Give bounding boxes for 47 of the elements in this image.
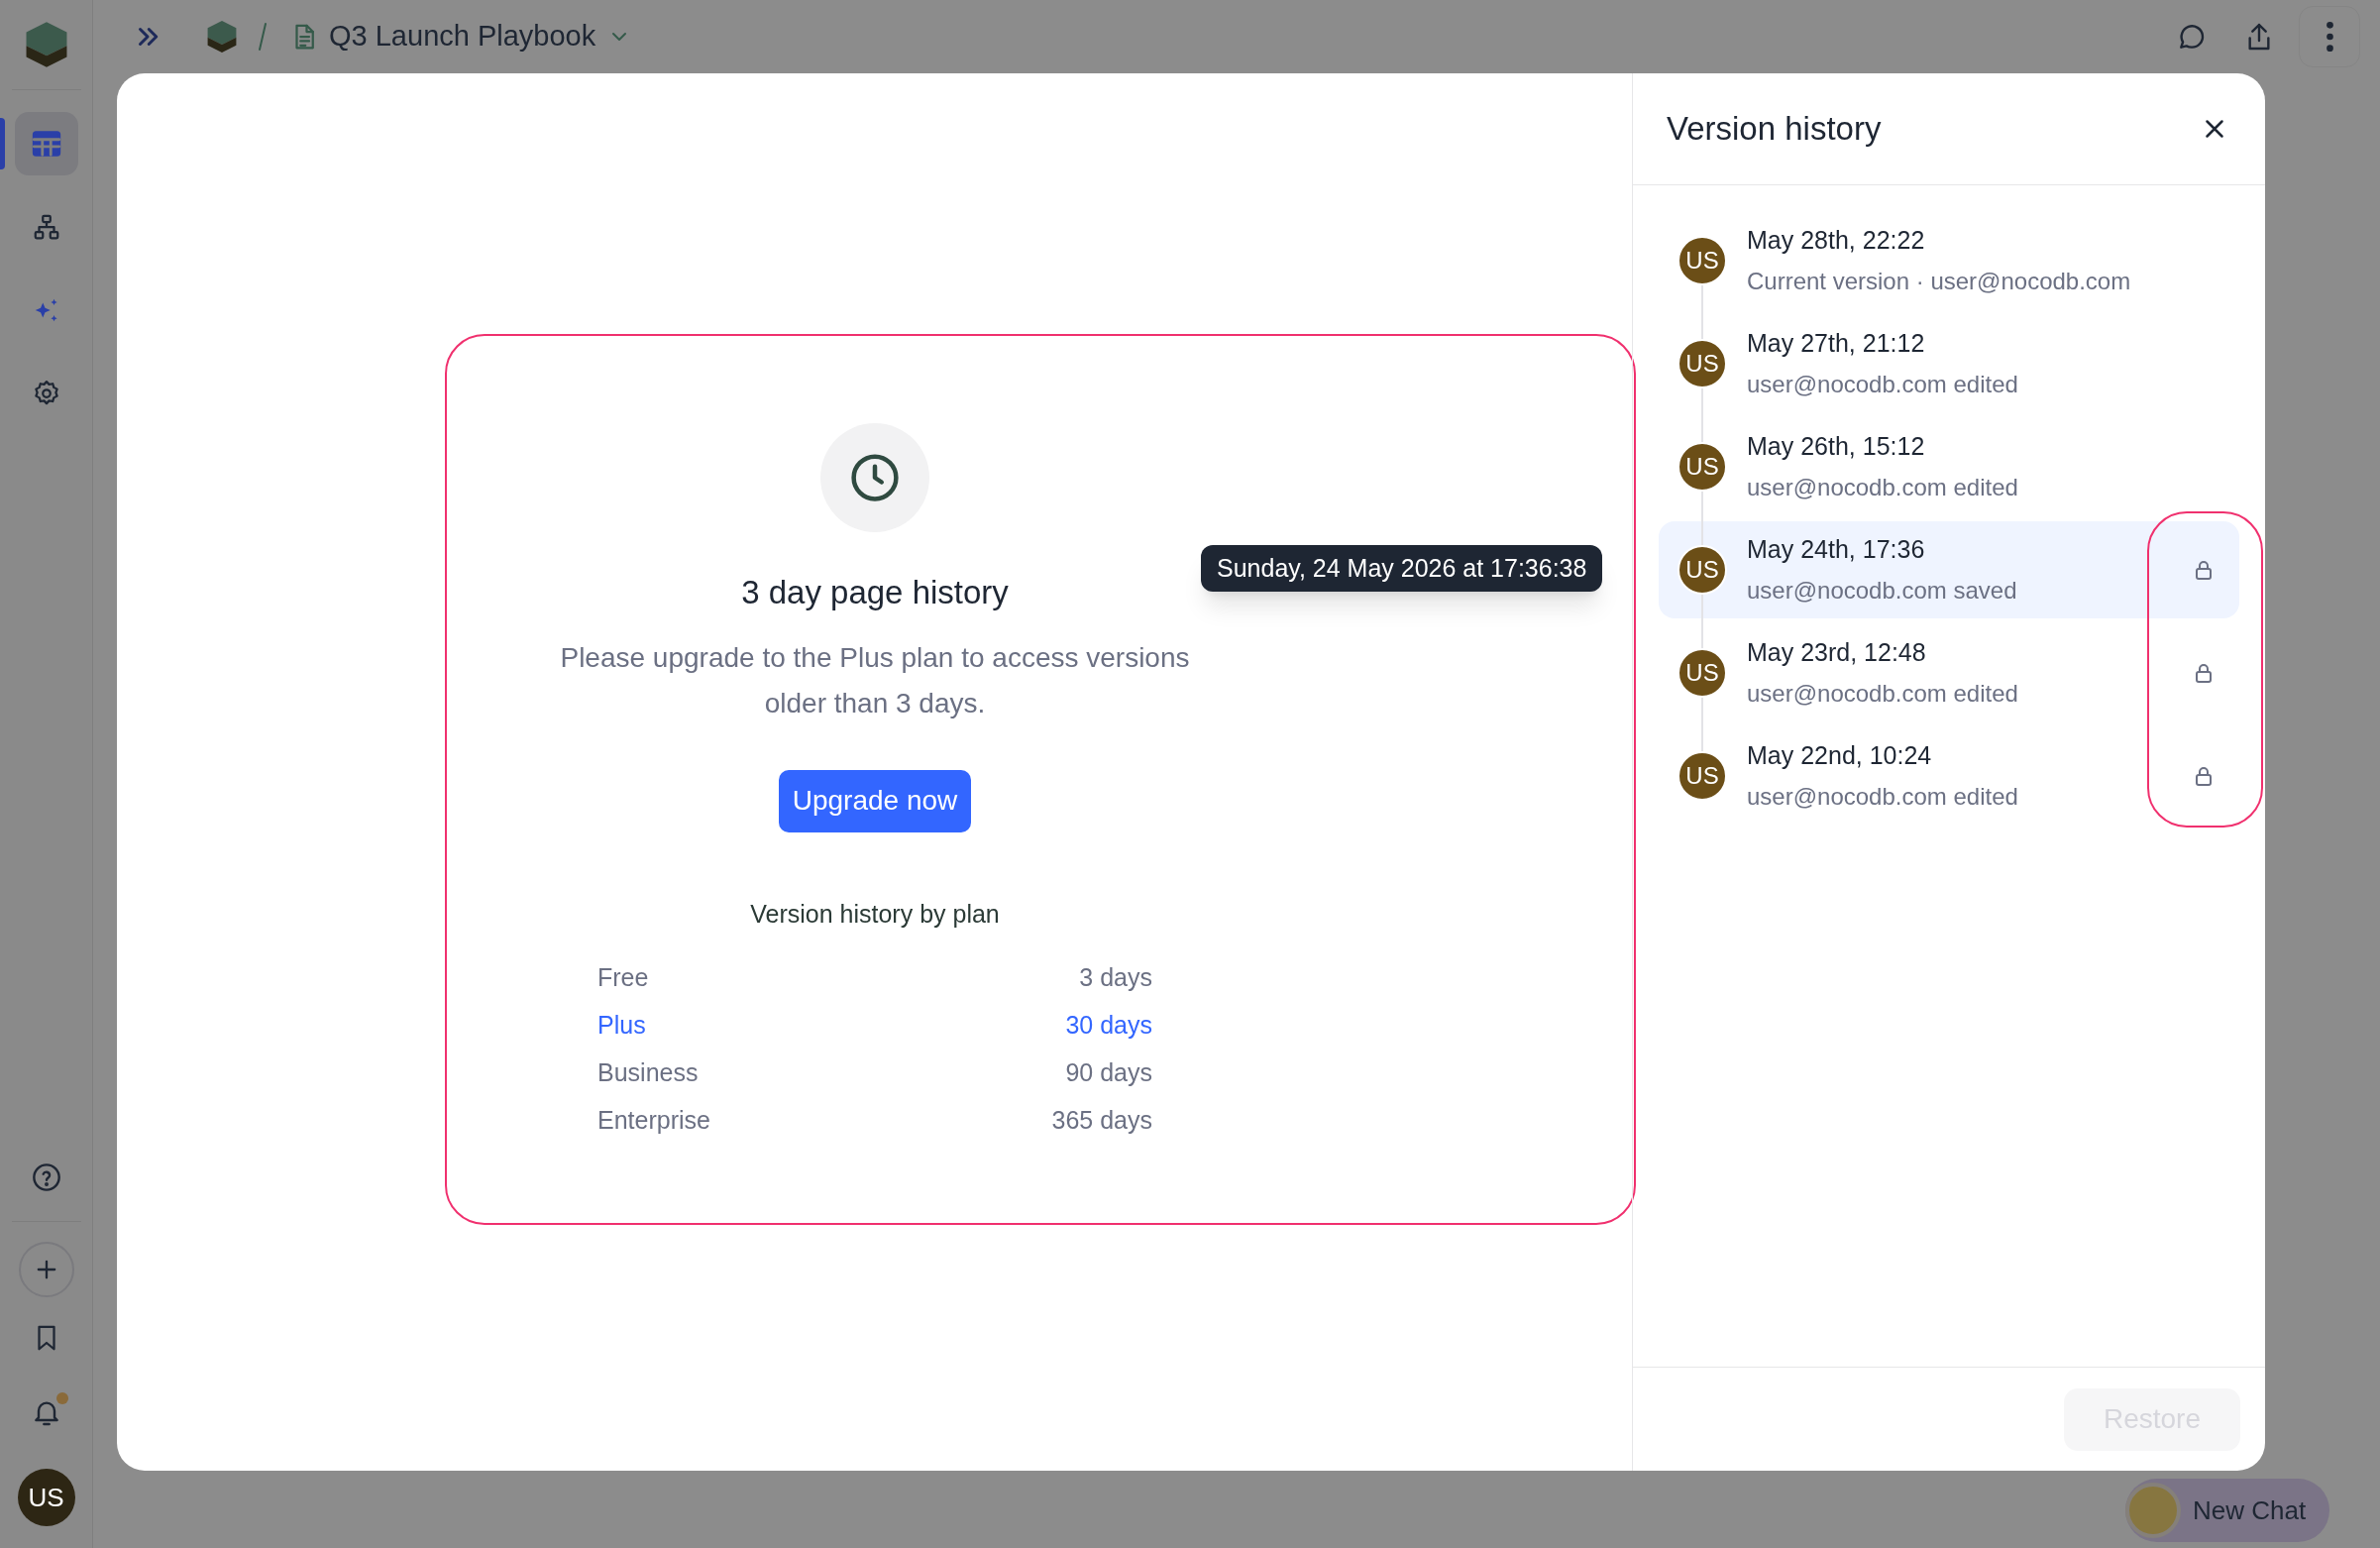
- add-button[interactable]: [18, 1242, 74, 1297]
- version-time: May 24th, 17:36: [1747, 534, 1926, 566]
- version-detail: user@nocodb.com edited: [1747, 369, 2019, 399]
- version-time: May 26th, 15:12: [1747, 431, 1926, 463]
- user-avatar: US: [1677, 751, 1727, 801]
- version-detail: Current version · user@nocodb.com: [1747, 266, 2132, 296]
- plan-name: Enterprise: [597, 1105, 710, 1137]
- user-avatar: US: [1677, 236, 1727, 285]
- version-detail: user@nocodb.com edited: [1747, 781, 2019, 812]
- user-avatar: US: [1677, 339, 1727, 388]
- panel-title: 3 day page history: [741, 573, 1009, 612]
- version-row[interactable]: US May 27th, 21:12 user@nocodb.com edited: [1659, 315, 2239, 412]
- version-time: May 28th, 22:22: [1747, 225, 1926, 257]
- version-detail: user@nocodb.com edited: [1747, 472, 2019, 502]
- panel-heading: Version history: [1667, 109, 1882, 150]
- plan-retention: 365 days: [1051, 1105, 1152, 1137]
- slash-icon: [258, 22, 268, 52]
- grid-button[interactable]: [14, 112, 78, 175]
- timestamp-tooltip: Sunday, 24 May 2026 at 17:36:38: [1201, 545, 1603, 592]
- plan-retention: 30 days: [1065, 1010, 1152, 1042]
- upgrade-button[interactable]: Upgrade now: [778, 769, 972, 832]
- version-detail: user@nocodb.com saved: [1747, 575, 2018, 606]
- more-options-button[interactable]: [2299, 6, 2360, 67]
- version-time: May 27th, 21:12: [1747, 328, 1926, 360]
- user-avatar[interactable]: US: [17, 1469, 75, 1526]
- plan-name: Free: [597, 962, 649, 994]
- plans-heading: Version history by plan: [750, 898, 1000, 930]
- plan-retention: 90 days: [1065, 1057, 1152, 1089]
- base-icon: [206, 19, 238, 55]
- more-icon: [2326, 22, 2333, 52]
- user-avatar: US: [1677, 545, 1727, 595]
- version-row[interactable]: US May 28th, 22:22 Current version · user@nocodb.com: [1659, 212, 2239, 309]
- plan-retention: 3 days: [1079, 962, 1152, 994]
- user-avatar: US: [1677, 648, 1727, 698]
- user-avatar: US: [1677, 442, 1727, 492]
- chat-bot-icon: [2125, 1483, 2181, 1538]
- upgrade-message: Please upgrade to the Plus plan to access versions older than 3 days.: [559, 640, 1191, 720]
- plan-name: Business: [597, 1057, 699, 1089]
- page-title-dropdown[interactable]: Q3 Launch Playbook: [329, 15, 632, 58]
- version-time: May 22nd, 10:24: [1747, 740, 1933, 772]
- version-time: May 23rd, 12:48: [1747, 637, 1927, 669]
- version-row[interactable]: US May 24th, 17:36 user@nocodb.com saved: [1659, 521, 2239, 618]
- version-row[interactable]: US May 26th, 15:12 user@nocodb.com edited: [1659, 418, 2239, 515]
- version-row[interactable]: US May 23rd, 12:48 user@nocodb.com edited: [1659, 624, 2239, 721]
- version-row[interactable]: US May 22nd, 10:24 user@nocodb.com edited: [1659, 727, 2239, 825]
- plan-name: Plus: [597, 1010, 646, 1042]
- version-detail: user@nocodb.com edited: [1747, 678, 2019, 709]
